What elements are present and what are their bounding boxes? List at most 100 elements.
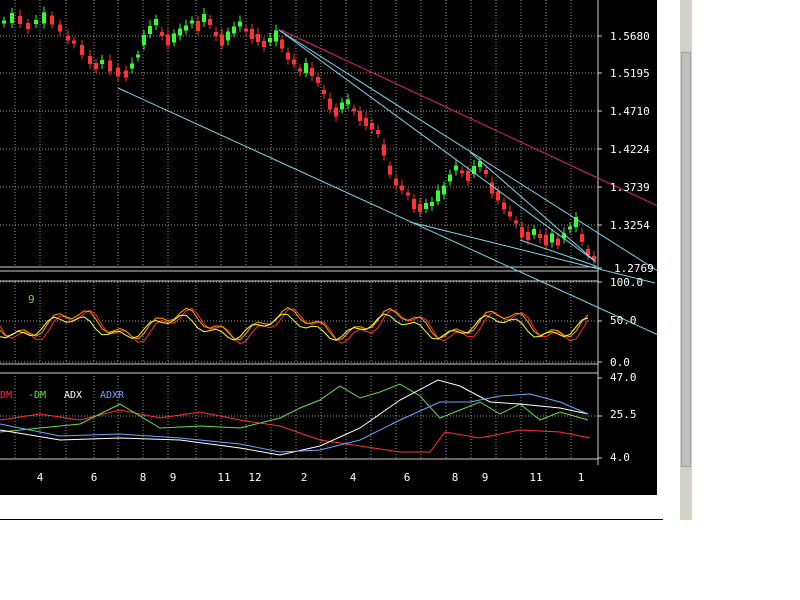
oscillator-line-orange — [0, 306, 589, 341]
candle-body — [214, 32, 218, 36]
candle-body — [100, 60, 104, 64]
candle-body — [550, 233, 554, 243]
trendline — [278, 29, 657, 272]
trendlines[interactable] — [117, 29, 657, 355]
legend-adx: ADX — [64, 390, 82, 401]
oscillator-axis: 100.0 50.0 0.0 9 — [28, 276, 643, 369]
candle-body — [244, 28, 248, 32]
candle-body — [322, 90, 326, 94]
candle-body — [454, 165, 458, 171]
oscillator-line-yellow — [0, 313, 589, 341]
candle-body — [178, 28, 182, 36]
price-tick-label: 1.5680 — [610, 30, 650, 43]
candle-body — [352, 108, 356, 112]
candle-body — [436, 190, 440, 202]
candle-body — [94, 63, 98, 69]
chart-canvas[interactable]: 1.5680 1.5195 1.4710 1.4224 1.3739 1.325… — [0, 0, 657, 495]
candle-body — [448, 174, 452, 182]
dmi-tick-label: 4.0 — [610, 451, 630, 464]
time-axis: 4 6 8 9 11 12 2 4 6 8 9 11 1 — [37, 471, 585, 484]
time-tick-label: 6 — [91, 471, 98, 484]
candle-body — [388, 165, 392, 175]
candle-body — [514, 220, 518, 224]
candle-body — [298, 68, 302, 72]
time-tick-label: 1 — [578, 471, 585, 484]
candle-body — [116, 67, 120, 77]
candle-body — [484, 170, 488, 174]
candle-body — [328, 98, 332, 110]
time-tick-label: 11 — [529, 471, 542, 484]
time-tick-label: 11 — [217, 471, 230, 484]
candle-body — [72, 40, 76, 44]
candle-body — [142, 35, 146, 45]
candle-body — [166, 34, 170, 46]
candle-body — [580, 234, 584, 242]
candle-body — [208, 19, 212, 25]
candle-body — [544, 234, 548, 246]
candle-body — [304, 63, 308, 73]
time-tick-label: 12 — [248, 471, 261, 484]
candle-body — [460, 170, 464, 174]
osc-marker-label: 9 — [28, 293, 35, 306]
candle-body — [124, 70, 128, 78]
candle-body — [10, 13, 14, 23]
candle-body — [400, 185, 404, 191]
price-tick-label: 1.4710 — [610, 105, 650, 118]
candle-body — [418, 204, 422, 212]
candle-body — [202, 14, 206, 22]
candle-body — [394, 178, 398, 186]
candle-body — [232, 26, 236, 34]
candle-body — [520, 227, 524, 237]
chart-window[interactable]: 1.5680 1.5195 1.4710 1.4224 1.3739 1.325… — [0, 0, 657, 495]
candle-body — [226, 31, 230, 41]
time-tick-label: 8 — [140, 471, 147, 484]
oscillator-lines — [0, 306, 589, 345]
candle-body — [292, 59, 296, 65]
price-tick-label: 1.3254 — [610, 219, 650, 232]
dmi-axis: 47.0 25.5 4.0 — [610, 371, 637, 464]
osc-tick-label: 50.0 — [610, 314, 637, 327]
time-tick-label: 6 — [404, 471, 411, 484]
candle-body — [532, 229, 536, 235]
candle-body — [376, 130, 380, 134]
candle-body — [340, 102, 344, 110]
candle-body — [310, 68, 314, 76]
candle-body — [406, 192, 410, 196]
price-tick-label: 1.5195 — [610, 67, 650, 80]
time-tick-label: 4 — [37, 471, 44, 484]
candle-body — [66, 35, 70, 41]
candle-body — [42, 12, 46, 24]
candle-body — [280, 39, 284, 49]
candle-body — [268, 38, 272, 42]
candle-body — [58, 24, 62, 32]
candle-body — [364, 118, 368, 126]
dmi-tick-label: 25.5 — [610, 408, 637, 421]
candle-body — [346, 99, 350, 105]
candle-body — [508, 211, 512, 217]
osc-tick-label: 0.0 — [610, 356, 630, 369]
candle-body — [568, 226, 572, 230]
candle-body — [238, 21, 242, 27]
candle-body — [172, 33, 176, 43]
legend-adxr: ADXR — [100, 390, 125, 401]
candle-body — [160, 32, 164, 36]
candle-body — [556, 238, 560, 246]
dmi-legend: DM -DM ADX ADXR — [0, 390, 125, 401]
candle-body — [490, 182, 494, 194]
candle-body — [108, 60, 112, 72]
scrollbar-thumb[interactable] — [681, 52, 691, 467]
candle-body — [80, 45, 84, 55]
time-tick-label: 8 — [452, 471, 459, 484]
candle-body — [358, 111, 362, 121]
candle-body — [220, 34, 224, 46]
dmi-minus-line — [0, 383, 589, 433]
candle-body — [148, 26, 152, 34]
legend-dm: DM — [0, 390, 12, 401]
osc-tick-label: 100.0 — [610, 276, 643, 289]
candle-body — [382, 144, 386, 156]
candle-body — [442, 185, 446, 195]
divider — [0, 519, 663, 520]
candle-body — [286, 52, 290, 60]
candle-body — [26, 23, 30, 29]
candle-body — [136, 54, 140, 58]
